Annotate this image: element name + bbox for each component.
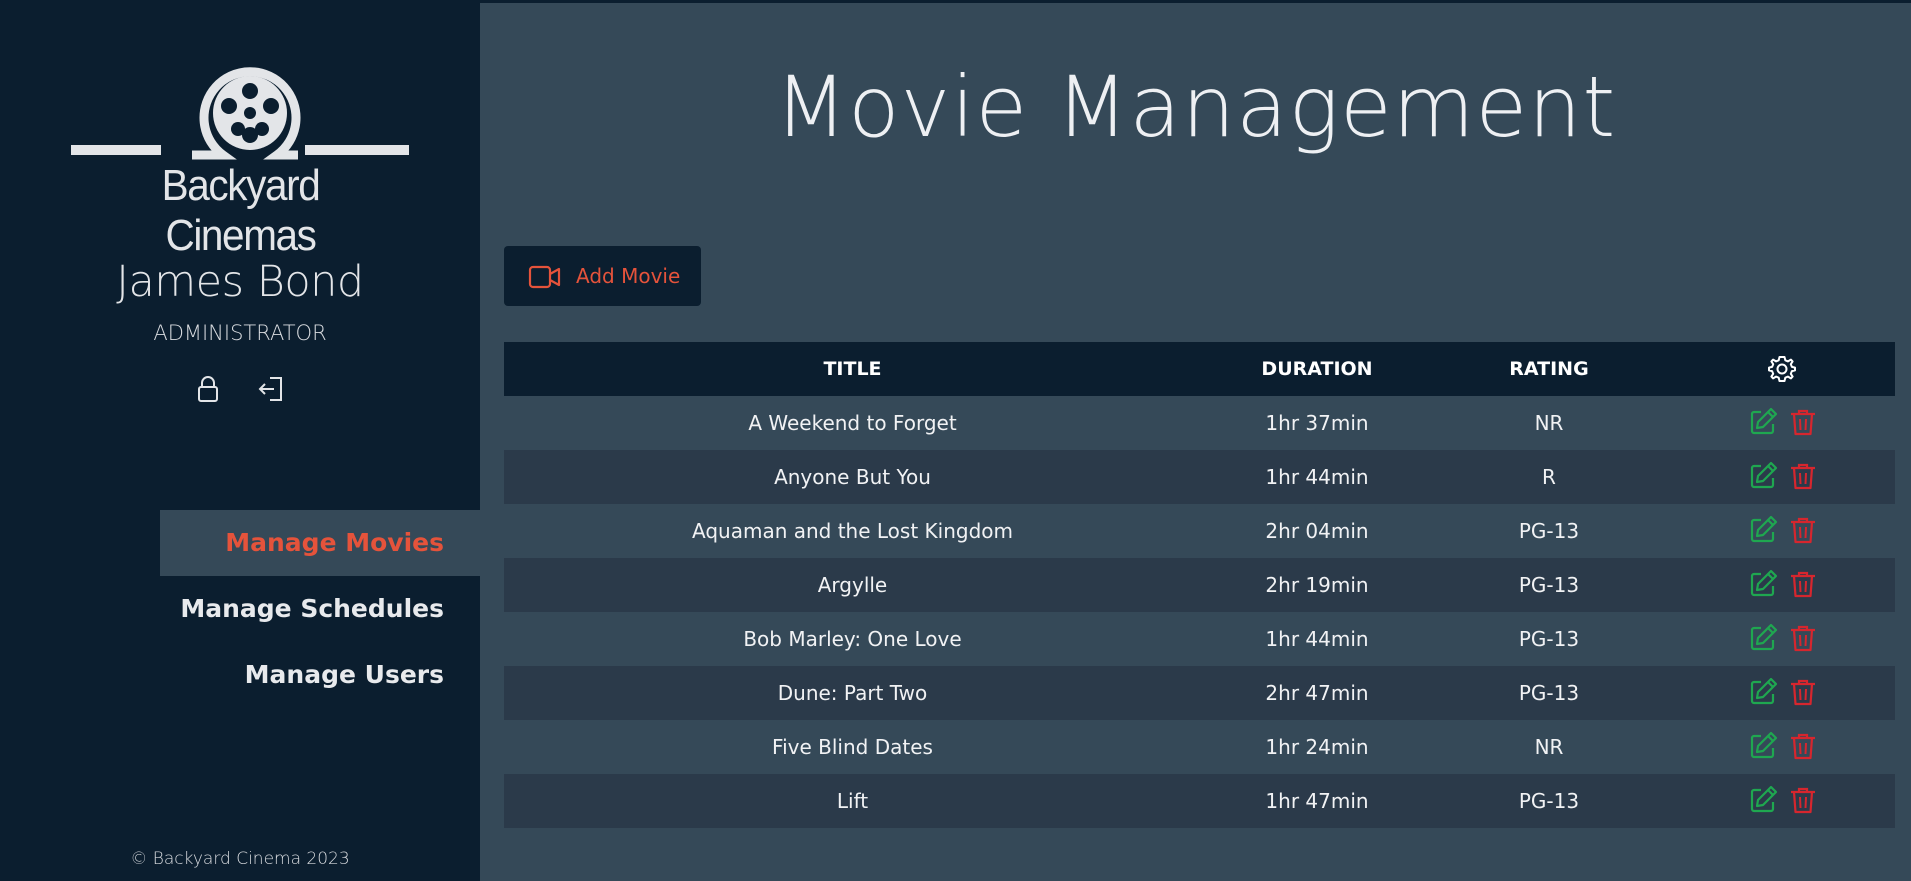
edit-icon[interactable]: [1747, 784, 1779, 816]
table-row: Dune: Part Two 2hr 47min PG-13: [504, 666, 1895, 720]
cell-duration: 2hr 04min: [1265, 519, 1369, 543]
column-header-rating[interactable]: RATING: [1433, 342, 1665, 396]
table-row: Aquaman and the Lost Kingdom 2hr 04min P…: [504, 504, 1895, 558]
cell-duration: 2hr 47min: [1265, 681, 1369, 705]
trash-icon[interactable]: [1787, 406, 1819, 438]
video-camera-icon: [528, 265, 561, 289]
main-content: Movie Management Add Movie TITLE DURATIO…: [480, 3, 1911, 881]
cell-title: Five Blind Dates: [772, 735, 933, 759]
cell-rating: PG-13: [1518, 627, 1580, 651]
lock-button[interactable]: [192, 373, 224, 405]
trash-icon[interactable]: [1787, 460, 1819, 492]
trash-icon[interactable]: [1787, 730, 1819, 762]
cell-duration: 1hr 24min: [1265, 735, 1369, 759]
add-movie-button[interactable]: Add Movie: [504, 246, 701, 306]
edit-icon[interactable]: [1747, 730, 1779, 762]
cell-title: Lift: [836, 789, 869, 813]
edit-icon[interactable]: [1747, 514, 1779, 546]
cell-duration: 1hr 44min: [1265, 627, 1369, 651]
trash-icon[interactable]: [1787, 676, 1819, 708]
trash-icon[interactable]: [1787, 514, 1819, 546]
table-header: TITLE DURATION RATING: [504, 342, 1895, 396]
table-row: A Weekend to Forget 1hr 37min NR: [504, 396, 1895, 450]
table-row: Five Blind Dates 1hr 24min NR: [504, 720, 1895, 774]
nav-item-manage-movies[interactable]: Manage Movies: [160, 510, 480, 576]
cell-duration: 1hr 37min: [1265, 411, 1369, 435]
table-row: Argylle 2hr 19min PG-13: [504, 558, 1895, 612]
edit-icon[interactable]: [1747, 568, 1779, 600]
cell-title: Anyone But You: [774, 465, 931, 489]
table-row: Lift 1hr 47min PG-13: [504, 774, 1895, 828]
user-name: James Bond: [116, 257, 364, 307]
trash-icon[interactable]: [1787, 622, 1819, 654]
trash-icon[interactable]: [1787, 568, 1819, 600]
edit-icon[interactable]: [1747, 460, 1779, 492]
logout-icon: [258, 377, 282, 401]
table-row: Anyone But You 1hr 44min R: [504, 450, 1895, 504]
trash-icon[interactable]: [1787, 784, 1819, 816]
cell-rating: PG-13: [1518, 681, 1580, 705]
nav-item-manage-users[interactable]: Manage Users: [160, 642, 480, 708]
cell-rating: PG-13: [1518, 573, 1580, 597]
edit-icon[interactable]: [1747, 406, 1779, 438]
add-movie-label: Add Movie: [576, 264, 681, 288]
table-row: Bob Marley: One Love 1hr 44min PG-13: [504, 612, 1895, 666]
sidebar: Backyard Cinemas James Bond ADMINISTRATO…: [0, 3, 480, 881]
cell-rating: R: [1542, 465, 1556, 489]
nav-item-manage-schedules[interactable]: Manage Schedules: [160, 576, 480, 642]
cell-title: Argylle: [817, 573, 888, 597]
cell-rating: NR: [1534, 735, 1564, 759]
cell-rating: NR: [1534, 411, 1564, 435]
cell-duration: 1hr 44min: [1265, 465, 1369, 489]
page-title: Movie Management: [774, 58, 1617, 156]
edit-icon[interactable]: [1747, 676, 1779, 708]
table-body: A Weekend to Forget 1hr 37min NR Anyone …: [504, 396, 1895, 828]
brand-logo: Backyard Cinemas: [68, 53, 413, 260]
user-actions: [192, 373, 292, 405]
cell-rating: PG-13: [1518, 789, 1580, 813]
cell-title: Aquaman and the Lost Kingdom: [692, 519, 1013, 543]
logout-button[interactable]: [256, 373, 288, 405]
cell-title: Dune: Part Two: [777, 681, 928, 705]
cell-title: A Weekend to Forget: [748, 411, 957, 435]
film-reel-logo-icon: [71, 67, 409, 160]
cell-duration: 1hr 47min: [1265, 789, 1369, 813]
brand-name: Backyard Cinemas: [161, 161, 321, 260]
edit-icon[interactable]: [1747, 622, 1779, 654]
cell-duration: 2hr 19min: [1265, 573, 1369, 597]
column-header-title[interactable]: TITLE: [504, 342, 1201, 396]
user-role: ADMINISTRATOR: [153, 321, 327, 345]
movies-table: TITLE DURATION RATING A Weekend to Forge…: [504, 342, 1895, 828]
gear-icon[interactable]: [1767, 354, 1797, 384]
copyright: © Backyard Cinema 2023: [130, 849, 350, 869]
column-header-duration[interactable]: DURATION: [1201, 342, 1433, 396]
lock-icon: [198, 376, 218, 402]
cell-title: Bob Marley: One Love: [743, 627, 962, 651]
cell-rating: PG-13: [1518, 519, 1580, 543]
